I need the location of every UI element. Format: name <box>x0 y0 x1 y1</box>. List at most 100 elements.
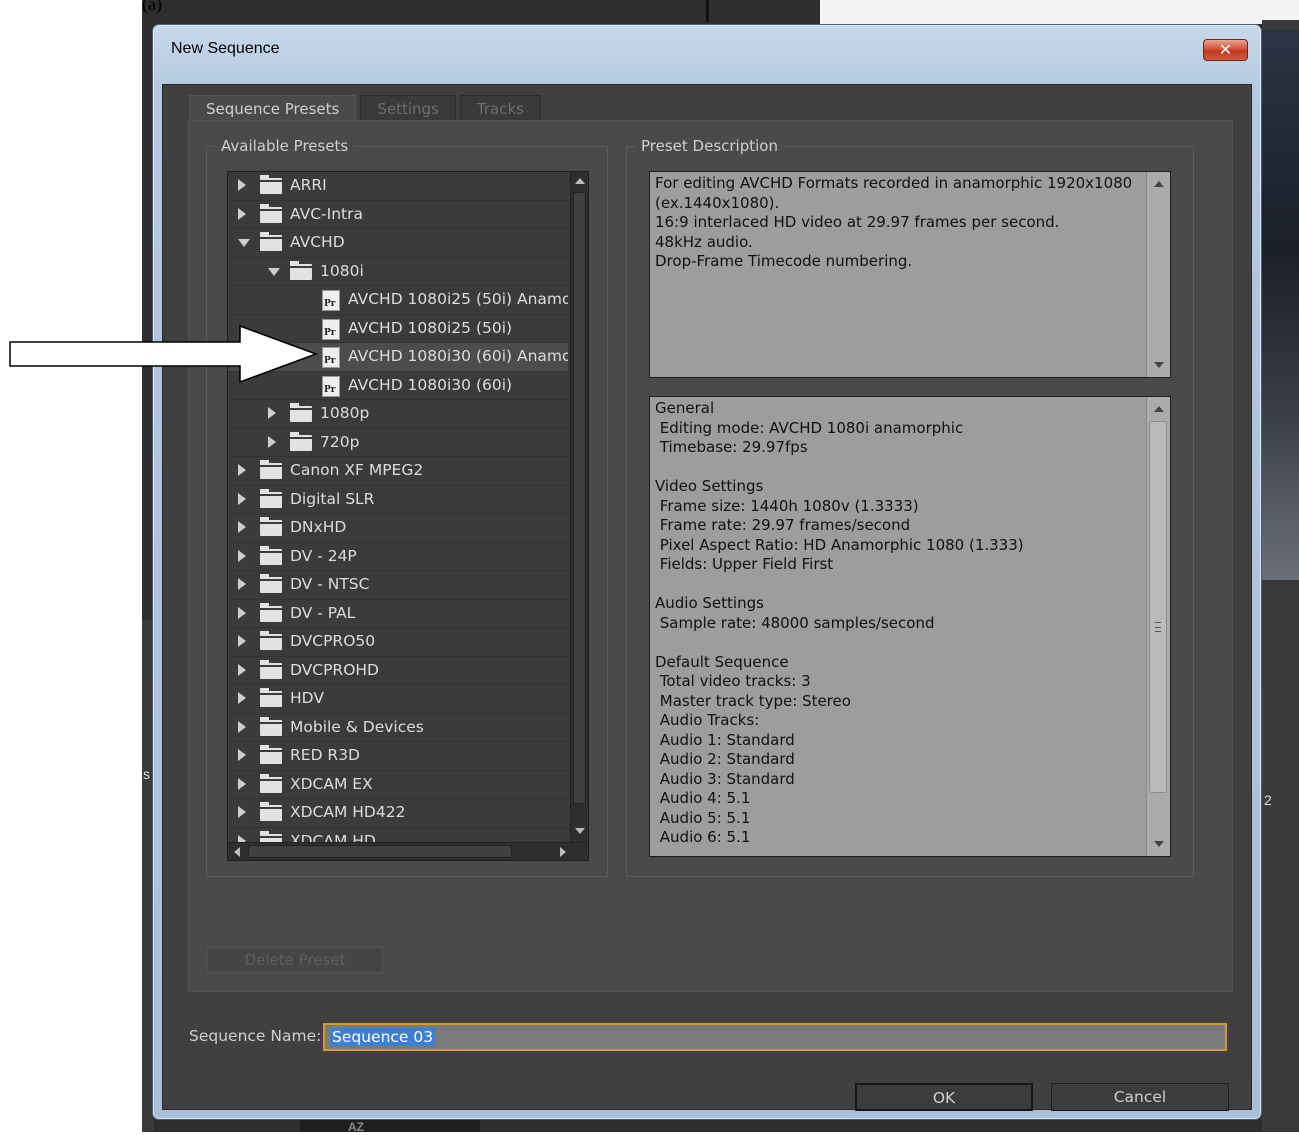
tree-folder-row[interactable]: XDCAM EX <box>228 770 568 799</box>
tree-folder-row[interactable]: DNxHD <box>228 514 568 543</box>
expand-right-icon[interactable] <box>238 179 246 191</box>
close-button[interactable]: ✕ <box>1203 39 1248 61</box>
tree-item-label: AVCHD <box>290 233 345 251</box>
background-divider <box>706 0 709 22</box>
tree-item-label: AVCHD 1080i30 (60i) Anamo <box>348 347 568 365</box>
tree-item-label: Canon XF MPEG2 <box>290 461 424 479</box>
background-right-number: 2 <box>1264 792 1272 808</box>
scroll-up-icon[interactable] <box>575 178 585 184</box>
expand-down-icon[interactable] <box>268 267 280 276</box>
tree-folder-row[interactable]: ARRI <box>228 172 568 201</box>
folder-icon <box>260 745 282 764</box>
tree-folder-row[interactable]: XDCAM HD422 <box>228 799 568 828</box>
tree-folder-row[interactable]: DV - NTSC <box>228 571 568 600</box>
tree-item-label: 1080i <box>320 261 364 280</box>
tree-preset-row[interactable]: Pr AVCHD 1080i25 (50i) Anamo <box>228 286 568 315</box>
tree-item-label: DNxHD <box>290 518 347 536</box>
scroll-up-icon[interactable] <box>1154 406 1164 412</box>
tree-folder-row[interactable]: DV - PAL <box>228 599 568 628</box>
tree-folder-row[interactable]: 1080i <box>228 257 568 286</box>
tree-item-label: XDCAM EX <box>290 774 373 793</box>
expand-right-icon[interactable] <box>238 492 246 505</box>
tab-bar: Sequence Presets Settings Tracks <box>189 95 545 121</box>
folder-icon <box>260 773 282 793</box>
tree-folder-row[interactable]: 1080p <box>228 400 568 429</box>
expand-right-icon[interactable] <box>238 692 246 704</box>
horizontal-scroll-thumb[interactable] <box>248 845 512 858</box>
tree-folder-row[interactable]: DV - 24P <box>228 542 568 571</box>
tree-folder-row[interactable]: Canon XF MPEG2 <box>228 457 568 486</box>
settings-scrollbar[interactable] <box>1146 397 1170 856</box>
folder-icon <box>290 403 312 422</box>
expand-right-icon[interactable] <box>238 806 246 818</box>
scroll-down-icon[interactable] <box>575 828 585 834</box>
background-top-area <box>820 0 1299 24</box>
expand-right-icon[interactable] <box>238 663 246 676</box>
expand-right-icon[interactable] <box>268 435 276 448</box>
tree-folder-row[interactable]: AVC-Intra <box>228 200 568 229</box>
expand-right-icon[interactable] <box>238 549 246 562</box>
preset-file-icon-text: Pr <box>324 384 336 395</box>
sequence-name-input[interactable]: Sequence 03 <box>323 1023 1227 1051</box>
tree-horizontal-scrollbar[interactable] <box>228 842 588 860</box>
ok-button[interactable]: OK <box>855 1083 1033 1111</box>
presets-tree[interactable]: ARRI AVC-Intra AVCHD 1080i Pr AVCHD 1080i25 (… <box>227 171 589 861</box>
scroll-down-icon[interactable] <box>1154 362 1164 368</box>
tree-item-label: DVCPROHD <box>290 660 379 679</box>
dialog-client-area: Sequence Presets Settings Tracks Availab… <box>162 84 1252 1111</box>
expand-right-icon[interactable] <box>238 578 246 590</box>
tree-folder-row[interactable]: Digital SLR <box>228 485 568 514</box>
presets-tree-rows: ARRI AVC-Intra AVCHD 1080i Pr AVCHD 1080i25 (… <box>228 172 568 856</box>
expand-right-icon[interactable] <box>238 207 246 220</box>
tree-folder-row[interactable]: 720p <box>228 428 568 457</box>
tree-item-label: ARRI <box>290 176 327 194</box>
folder-icon <box>260 517 282 536</box>
expand-right-icon[interactable] <box>238 606 246 619</box>
scroll-left-icon[interactable] <box>234 847 240 857</box>
tree-folder-row[interactable]: Mobile & Devices <box>228 713 568 742</box>
tree-folder-row[interactable]: DVCPRO50 <box>228 628 568 657</box>
expand-down-icon[interactable] <box>238 239 250 247</box>
tree-item-label: AVCHD 1080i30 (60i) <box>348 375 513 394</box>
expand-right-icon[interactable] <box>238 720 246 733</box>
folder-icon <box>260 545 282 565</box>
tab-settings[interactable]: Settings <box>360 95 456 121</box>
tree-folder-row[interactable]: AVCHD <box>228 229 568 258</box>
expand-right-icon[interactable] <box>238 777 246 790</box>
available-presets-group: Available Presets ARRI AVC-Intra AVCHD 1080… <box>206 135 608 877</box>
expand-right-icon[interactable] <box>238 464 246 476</box>
tree-folder-row[interactable]: DVCPROHD <box>228 656 568 685</box>
tree-item-label: Mobile & Devices <box>290 717 424 736</box>
delete-preset-button[interactable]: Delete Preset <box>207 947 383 973</box>
cancel-button[interactable]: Cancel <box>1051 1083 1229 1111</box>
preset-description-text: For editing AVCHD Formats recorded in an… <box>655 174 1133 270</box>
preset-settings-box[interactable]: General Editing mode: AVCHD 1080i anamor… <box>649 396 1171 857</box>
tree-vertical-scrollbar[interactable] <box>570 172 588 844</box>
folder-icon <box>260 203 282 223</box>
tree-item-label: DV - PAL <box>290 603 356 622</box>
expand-right-icon[interactable] <box>238 749 246 761</box>
tree-item-label: DVCPRO50 <box>290 632 376 650</box>
tree-folder-row[interactable]: HDV <box>228 685 568 714</box>
annotation-arrow-icon <box>9 324 319 384</box>
scroll-thumb[interactable] <box>573 192 586 804</box>
scroll-up-icon[interactable] <box>1154 181 1164 187</box>
preset-file-icon-text: Pr <box>324 299 336 309</box>
expand-right-icon[interactable] <box>238 521 246 533</box>
tab-tracks[interactable]: Tracks <box>459 95 541 121</box>
tree-item-label: 720p <box>320 432 360 451</box>
scroll-right-icon[interactable] <box>560 847 566 857</box>
sequence-name-label: Sequence Name: <box>189 1027 322 1045</box>
folder-icon <box>260 602 282 622</box>
sequence-presets-panel: Available Presets ARRI AVC-Intra AVCHD 1080… <box>188 120 1233 992</box>
preset-description-box[interactable]: For editing AVCHD Formats recorded in an… <box>649 171 1171 378</box>
scroll-down-icon[interactable] <box>1154 841 1164 847</box>
tab-sequence-presets[interactable]: Sequence Presets <box>189 95 357 121</box>
description-scrollbar[interactable] <box>1146 172 1170 377</box>
expand-right-icon[interactable] <box>238 635 246 647</box>
sequence-name-value: Sequence 03 <box>330 1028 436 1046</box>
tree-item-label: DV - NTSC <box>290 575 370 593</box>
expand-right-icon[interactable] <box>268 407 276 419</box>
tree-folder-row[interactable]: RED R3D <box>228 742 568 771</box>
settings-scroll-thumb[interactable] <box>1149 421 1167 793</box>
